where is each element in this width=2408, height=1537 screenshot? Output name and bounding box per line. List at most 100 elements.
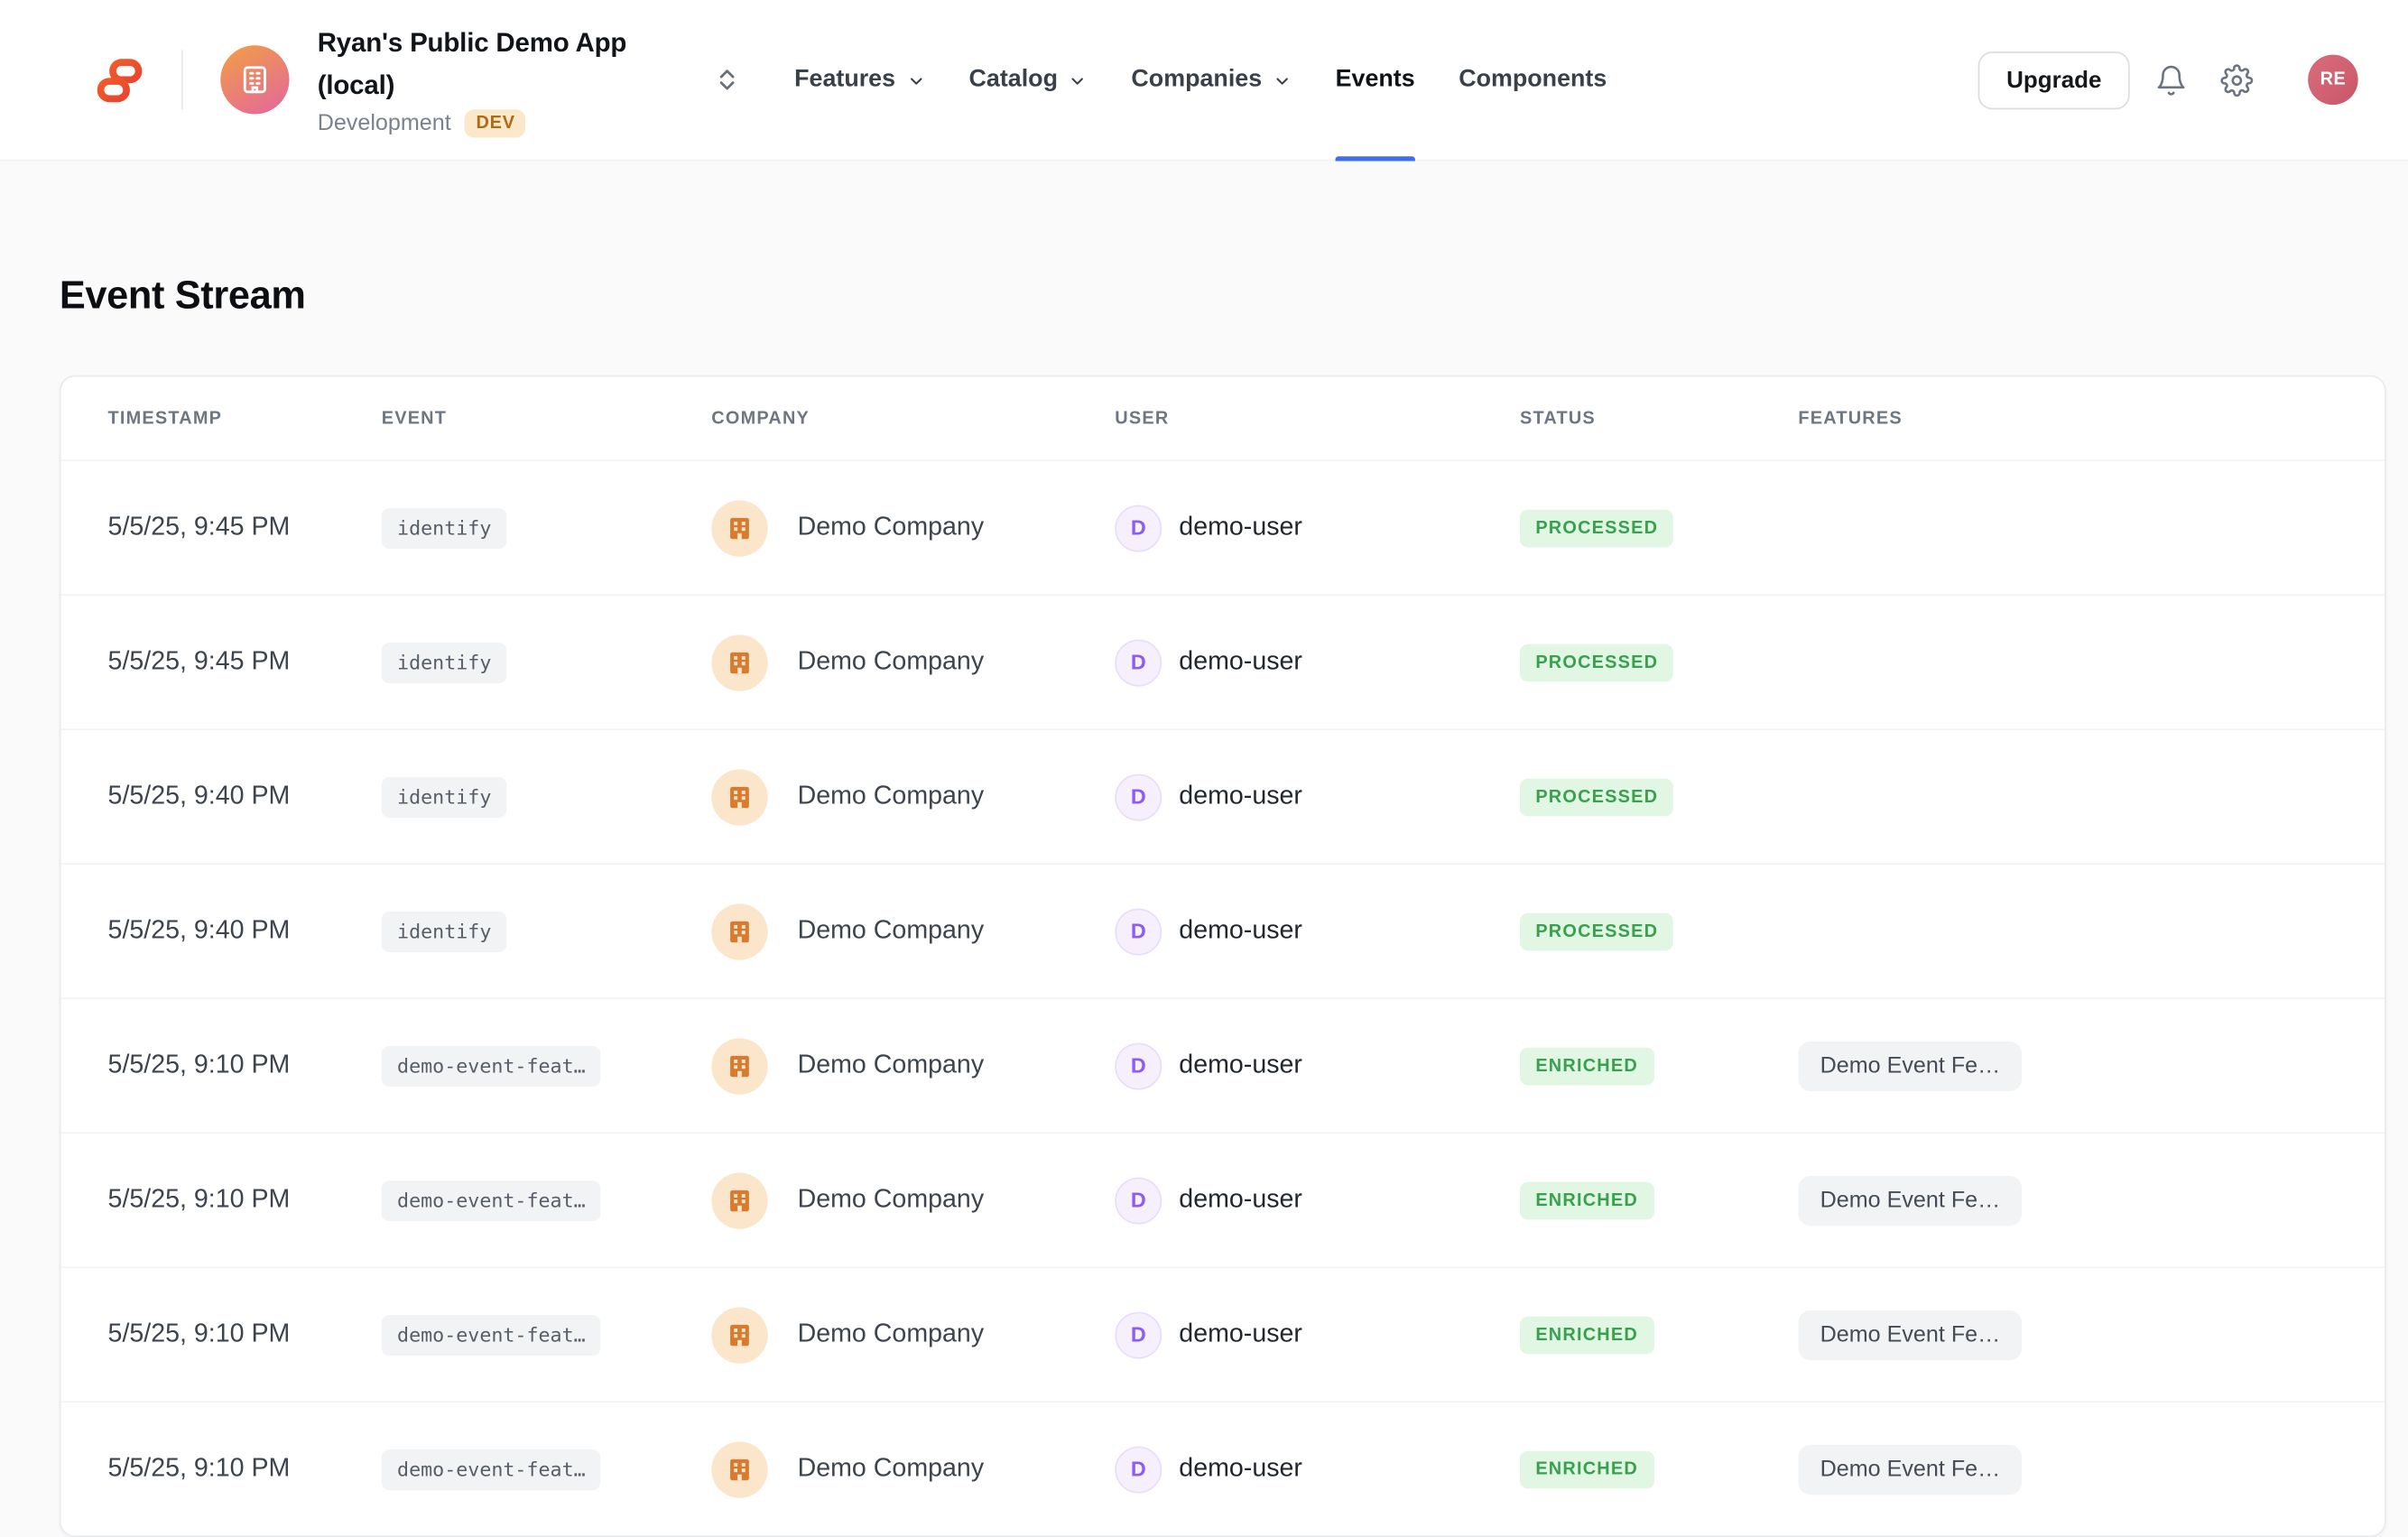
user-name: demo-user [1179,513,1302,542]
nav-item-companies[interactable]: Companies [1131,0,1292,161]
event-timestamp: 5/5/25, 9:10 PM [108,1319,382,1349]
user-avatar: D [1115,1042,1162,1089]
company-avatar [711,1440,767,1496]
building-icon [726,917,754,945]
company-name: Demo Company [798,1319,985,1349]
nav-item-label: Events [1336,66,1415,94]
user-name: demo-user [1179,647,1302,677]
event-name-chip: identify [382,911,507,951]
status-badge: ENRICHED [1520,1181,1653,1219]
user-name: demo-user [1179,782,1302,811]
building-icon [726,648,754,676]
building-icon [726,1320,754,1348]
nav-item-events[interactable]: Events [1336,0,1415,161]
chevron-down-icon [906,72,925,91]
header-divider [181,50,183,109]
notifications-button[interactable] [2147,56,2196,105]
table-row[interactable]: 5/5/25, 9:10 PM demo-event-feat… Demo Co… [61,1266,2385,1401]
app-switcher-button[interactable] [707,60,747,100]
status-badge: PROCESSED [1520,778,1674,816]
user-name: demo-user [1179,1454,1302,1484]
table-row[interactable]: 5/5/25, 9:45 PM identify Demo Company D … [61,459,2385,594]
up-down-chevrons-icon [713,66,741,94]
upgrade-button[interactable]: Upgrade [1978,51,2130,108]
app-avatar [220,45,289,114]
building-icon [726,1186,754,1214]
environment-badge: DEV [465,109,526,137]
company-name: Demo Company [798,513,985,542]
feature-chip: Demo Event Fe… [1798,1175,2022,1225]
column-header-user: User [1115,409,1520,428]
event-name-chip: identify [382,642,507,682]
user-avatar: D [1115,1311,1162,1358]
user-name: demo-user [1179,1319,1302,1349]
company-name: Demo Company [798,916,985,946]
table-row[interactable]: 5/5/25, 9:10 PM demo-event-feat… Demo Co… [61,997,2385,1132]
company-name: Demo Company [798,1185,985,1215]
event-name-chip: demo-event-feat… [382,1314,601,1355]
status-badge: PROCESSED [1520,912,1674,950]
schematic-logo[interactable] [94,55,144,105]
company-avatar [711,1038,767,1094]
nav-item-features[interactable]: Features [794,0,925,161]
primary-nav: Features Catalog Companies Events Compon… [794,0,1607,161]
chevron-down-icon [1273,72,1292,91]
column-header-timestamp: Timestamp [108,409,382,428]
company-avatar [711,903,767,959]
column-header-company: Company [711,409,1115,428]
event-timestamp: 5/5/25, 9:40 PM [108,916,382,946]
schematic-logo-icon [95,56,144,105]
app-root: Ryan's Public Demo App (local) Developme… [0,0,2408,1404]
table-row[interactable]: 5/5/25, 9:40 PM identify Demo Company D … [61,728,2385,863]
event-timestamp: 5/5/25, 9:45 PM [108,513,382,542]
event-timestamp: 5/5/25, 9:10 PM [108,1051,382,1080]
column-header-features: Features [1798,409,2338,428]
settings-button[interactable] [2212,56,2261,105]
company-name: Demo Company [798,1454,985,1484]
table-row[interactable]: 5/5/25, 9:10 PM demo-event-feat… Demo Co… [61,1132,2385,1266]
app-info: Ryan's Public Demo App (local) Developme… [318,22,689,137]
status-badge: PROCESSED [1520,509,1674,547]
user-avatar: D [1115,908,1162,955]
main-content: Event Stream Timestamp Event Company Use… [0,161,2408,1537]
company-avatar [711,634,767,690]
nav-item-label: Features [794,66,895,94]
environment-name: Development [318,111,451,136]
table-row[interactable]: 5/5/25, 9:45 PM identify Demo Company D … [61,594,2385,728]
app-title: Ryan's Public Demo App (local) [318,22,689,106]
building-icon [726,1051,754,1079]
nav-item-label: Companies [1131,66,1262,94]
chevron-down-icon [1069,72,1088,91]
event-stream-table: Timestamp Event Company User Status Feat… [60,375,2386,1537]
page-title: Event Stream [60,271,2386,320]
event-name-chip: identify [382,776,507,817]
status-badge: ENRICHED [1520,1450,1653,1488]
feature-chip: Demo Event Fe… [1798,1444,2022,1494]
building-icon [726,782,754,810]
user-avatar: D [1115,639,1162,686]
event-timestamp: 5/5/25, 9:10 PM [108,1185,382,1215]
table-row[interactable]: 5/5/25, 9:40 PM identify Demo Company D … [61,863,2385,997]
table-header-row: Timestamp Event Company User Status Feat… [61,377,2385,460]
nav-item-label: Catalog [969,66,1058,94]
event-name-chip: demo-event-feat… [382,1180,601,1220]
company-name: Demo Company [798,782,985,811]
building-icon [237,62,272,97]
nav-item-catalog[interactable]: Catalog [969,0,1088,161]
user-name: demo-user [1179,1185,1302,1215]
event-name-chip: demo-event-feat… [382,1045,601,1086]
event-timestamp: 5/5/25, 9:10 PM [108,1454,382,1484]
bell-icon [2154,63,2187,96]
building-icon [726,1455,754,1483]
column-header-status: Status [1520,409,1798,428]
building-icon [726,514,754,542]
user-name: demo-user [1179,1051,1302,1080]
company-name: Demo Company [798,647,985,677]
nav-item-components[interactable]: Components [1459,0,1607,161]
top-navbar: Ryan's Public Demo App (local) Developme… [0,0,2408,161]
event-timestamp: 5/5/25, 9:45 PM [108,647,382,677]
user-menu-avatar[interactable]: RE [2308,55,2357,105]
feature-chip: Demo Event Fe… [1798,1041,2022,1090]
table-row[interactable]: 5/5/25, 9:10 PM demo-event-feat… Demo Co… [61,1401,2385,1535]
event-name-chip: demo-event-feat… [382,1449,601,1489]
